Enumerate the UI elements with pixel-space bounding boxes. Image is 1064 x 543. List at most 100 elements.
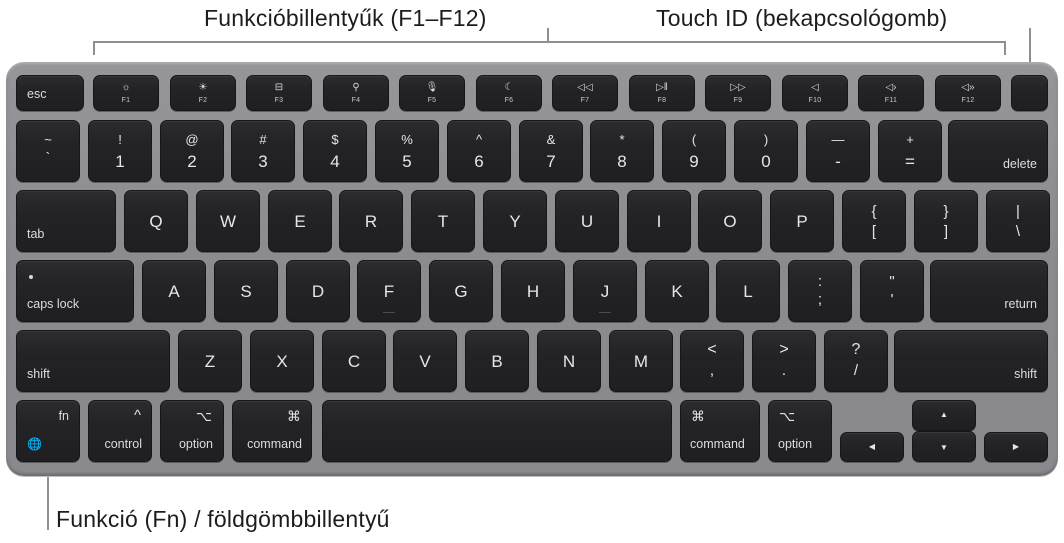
key-w[interactable]: W — [196, 190, 260, 252]
volume-up-icon: ◁» — [961, 82, 975, 93]
key-shift-left[interactable]: shift — [16, 330, 170, 392]
key-h[interactable]: H — [501, 260, 565, 322]
key-label: command — [690, 437, 745, 451]
key-r[interactable]: R — [339, 190, 403, 252]
key-7[interactable]: & 7 — [519, 120, 583, 182]
key-b[interactable]: B — [465, 330, 529, 392]
key-label: caps lock — [27, 297, 80, 311]
mute-icon: ◁ — [811, 82, 819, 93]
key-backtick[interactable]: ~ ` — [16, 120, 80, 182]
key-=[interactable]: + = — [878, 120, 942, 182]
key-5[interactable]: % 5 — [375, 120, 439, 182]
key-f[interactable]: F — [357, 260, 421, 322]
key-f12[interactable]: ◁» F12 — [935, 75, 1001, 111]
key-t[interactable]: T — [411, 190, 475, 252]
key-f8[interactable]: ▷‖ F8 — [629, 75, 695, 111]
key-2[interactable]: @2 — [160, 120, 224, 182]
key-f11[interactable]: ◁› F11 — [858, 75, 924, 111]
key-d[interactable]: D — [286, 260, 350, 322]
key-delete[interactable]: delete — [948, 120, 1048, 182]
key-control-left[interactable]: ^ control — [88, 400, 152, 462]
key-esc[interactable]: esc — [16, 75, 84, 111]
key--[interactable]: — - — [806, 120, 870, 182]
key-label: . — [781, 362, 787, 379]
key-f7[interactable]: ◁◁ F7 — [552, 75, 618, 111]
key-arrow-left[interactable]: ◀ — [840, 432, 904, 462]
key-label: ` — [45, 149, 51, 165]
key-f5[interactable]: 🎙 F5 — [399, 75, 465, 111]
key-e[interactable]: E — [268, 190, 332, 252]
key-l[interactable]: L — [716, 260, 780, 322]
key-9[interactable]: (9 — [662, 120, 726, 182]
key-c[interactable]: C — [322, 330, 386, 392]
key-arrow-up[interactable]: ▲ — [912, 400, 976, 431]
key-g[interactable]: G — [429, 260, 493, 322]
key-label: 2 — [187, 152, 197, 171]
key-shift-right[interactable]: shift — [894, 330, 1048, 392]
key-punct-a-1[interactable]: " ' — [860, 260, 924, 322]
key-bracket-1[interactable]: }] — [914, 190, 978, 252]
key-z[interactable]: Z — [178, 330, 242, 392]
key-label: J — [600, 282, 610, 301]
key-8[interactable]: * 8 — [590, 120, 654, 182]
key-shift-label: + — [906, 132, 914, 147]
key-option-right[interactable]: ⌥ option — [768, 400, 832, 462]
key-x[interactable]: X — [250, 330, 314, 392]
key-punct-a-0[interactable]: :; — [788, 260, 852, 322]
key-s[interactable]: S — [214, 260, 278, 322]
key-shift-label: | — [1016, 203, 1020, 220]
key-punct-z-1[interactable]: >. — [752, 330, 816, 392]
key-command-right[interactable]: ⌘ command — [680, 400, 760, 462]
key-space[interactable] — [322, 400, 672, 462]
key-command-left[interactable]: ⌘ command — [232, 400, 312, 462]
home-row-bump — [599, 312, 611, 313]
key-y[interactable]: Y — [483, 190, 547, 252]
key-f1[interactable]: ☼ F1 — [93, 75, 159, 111]
key-f4[interactable]: ⚲ F4 — [323, 75, 389, 111]
key-return[interactable]: return — [930, 260, 1048, 322]
key-punct-z-0[interactable]: <, — [680, 330, 744, 392]
key-f2[interactable]: ☀ F2 — [170, 75, 236, 111]
key-fn-globe[interactable]: fn 🌐 — [16, 400, 80, 462]
brightness-up-icon: ☀ — [198, 82, 208, 93]
key-k[interactable]: K — [645, 260, 709, 322]
do-not-disturb-moon-icon: ☾ — [504, 82, 514, 93]
key-1[interactable]: ! 1 — [88, 120, 152, 182]
key-f6[interactable]: ☾ F6 — [476, 75, 542, 111]
key-v[interactable]: V — [393, 330, 457, 392]
key-caps-lock[interactable]: caps lock — [16, 260, 134, 322]
key-label: R — [364, 212, 378, 231]
key-label: F12 — [961, 97, 975, 104]
key-n[interactable]: N — [537, 330, 601, 392]
key-option-left[interactable]: ⌥ option — [160, 400, 224, 462]
key-a[interactable]: A — [142, 260, 206, 322]
key-shift-label: — — [831, 132, 845, 147]
key-q[interactable]: Q — [124, 190, 188, 252]
key-p[interactable]: P — [770, 190, 834, 252]
key-arrow-right[interactable]: ▶ — [984, 432, 1048, 462]
key-6[interactable]: ^ 6 — [447, 120, 511, 182]
key-touch-id[interactable] — [1011, 75, 1048, 111]
key-label: 8 — [617, 152, 627, 171]
key-shift-label: $ — [331, 132, 339, 147]
key-j[interactable]: J — [573, 260, 637, 322]
key-o[interactable]: O — [698, 190, 762, 252]
key-label: ; — [817, 291, 823, 308]
key-f9[interactable]: ▷▷ F9 — [705, 75, 771, 111]
key-4[interactable]: $4 — [303, 120, 367, 182]
key-m[interactable]: M — [609, 330, 673, 392]
key-f10[interactable]: ◁ F10 — [782, 75, 848, 111]
key-u[interactable]: U — [555, 190, 619, 252]
key-0[interactable]: ) 0 — [734, 120, 798, 182]
key-punct-z-2[interactable]: ? / — [824, 330, 888, 392]
key-label: Z — [204, 352, 216, 371]
key-tab[interactable]: tab — [16, 190, 116, 252]
fast-forward-icon: ▷▷ — [730, 82, 746, 93]
key-f3[interactable]: ⊟ F3 — [246, 75, 312, 111]
key-3[interactable]: #3 — [231, 120, 295, 182]
key-bracket-2[interactable]: | \ — [986, 190, 1050, 252]
key-bracket-0[interactable]: {[ — [842, 190, 906, 252]
key-label: S — [240, 282, 252, 301]
key-arrow-down[interactable]: ▼ — [912, 431, 976, 462]
key-i[interactable]: I — [627, 190, 691, 252]
